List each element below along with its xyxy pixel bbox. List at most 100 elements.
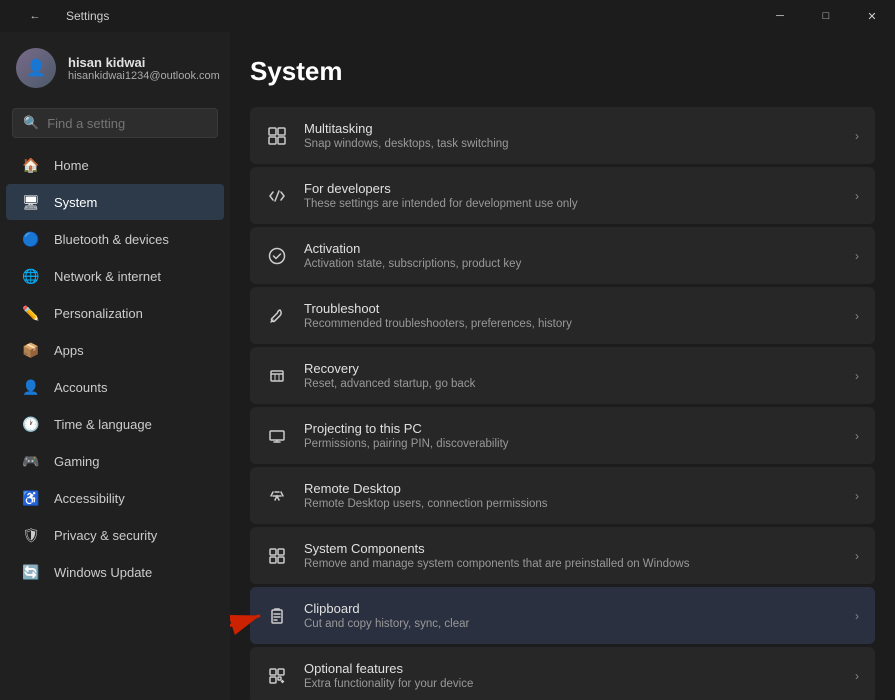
sidebar-label-accessibility: Accessibility: [54, 491, 125, 506]
settings-item-system-components[interactable]: System Components Remove and manage syst…: [250, 527, 875, 584]
sidebar-item-accounts[interactable]: 👤 Accounts: [6, 369, 224, 405]
content-area: System Multitasking Snap windows, deskto…: [230, 32, 895, 700]
sidebar-label-system: System: [54, 195, 97, 210]
search-box[interactable]: 🔍: [12, 108, 218, 138]
page-title: System: [250, 56, 875, 87]
troubleshoot-text: Troubleshoot Recommended troubleshooters…: [304, 301, 839, 330]
projecting-icon: [266, 425, 288, 447]
sidebar-label-accounts: Accounts: [54, 380, 107, 395]
user-profile[interactable]: 👤 hisan kidwai hisankidwai1234@outlook.c…: [0, 32, 230, 104]
clipboard-title: Clipboard: [304, 601, 839, 616]
settings-item-optional-features[interactable]: Optional features Extra functionality fo…: [250, 647, 875, 700]
system-components-title: System Components: [304, 541, 839, 556]
recovery-chevron: ›: [855, 369, 859, 383]
for-developers-icon: [266, 185, 288, 207]
sidebar-item-system[interactable]: 🖥 System: [6, 184, 224, 220]
sidebar-item-privacy[interactable]: 🛡 Privacy & security: [6, 517, 224, 553]
clipboard-text: Clipboard Cut and copy history, sync, cl…: [304, 601, 839, 630]
optional-features-text: Optional features Extra functionality fo…: [304, 661, 839, 690]
network-icon: 🌐: [22, 267, 40, 285]
system-icon: 🖥: [22, 193, 40, 211]
multitasking-text: Multitasking Snap windows, desktops, tas…: [304, 121, 839, 150]
multitasking-desc: Snap windows, desktops, task switching: [304, 138, 839, 150]
optional-features-chevron: ›: [855, 669, 859, 683]
privacy-icon: 🛡: [22, 526, 40, 544]
back-button[interactable]: ←: [12, 0, 58, 32]
sidebar-item-windows-update[interactable]: 🔄 Windows Update: [6, 554, 224, 590]
for-developers-text: For developers These settings are intend…: [304, 181, 839, 210]
sidebar-item-home[interactable]: 🏠 Home: [6, 147, 224, 183]
remote-desktop-text: Remote Desktop Remote Desktop users, con…: [304, 481, 839, 510]
system-components-icon: [266, 545, 288, 567]
settings-item-multitasking[interactable]: Multitasking Snap windows, desktops, tas…: [250, 107, 875, 164]
maximize-button[interactable]: □: [803, 0, 849, 32]
sidebar-label-network: Network & internet: [54, 269, 161, 284]
minimize-button[interactable]: ─: [757, 0, 803, 32]
troubleshoot-icon: [266, 305, 288, 327]
nav-list: 🏠 Home 🖥 System 🔵 Bluetooth & devices 🌐 …: [0, 146, 230, 591]
sidebar-item-accessibility[interactable]: ♿ Accessibility: [6, 480, 224, 516]
app-body: 👤 hisan kidwai hisankidwai1234@outlook.c…: [0, 32, 895, 700]
settings-item-activation[interactable]: Activation Activation state, subscriptio…: [250, 227, 875, 284]
remote-desktop-icon: [266, 485, 288, 507]
activation-icon: [266, 245, 288, 267]
remote-desktop-title: Remote Desktop: [304, 481, 839, 496]
multitasking-title: Multitasking: [304, 121, 839, 136]
for-developers-desc: These settings are intended for developm…: [304, 198, 839, 210]
recovery-icon: [266, 365, 288, 387]
sidebar-item-apps[interactable]: 📦 Apps: [6, 332, 224, 368]
sidebar-item-gaming[interactable]: 🎮 Gaming: [6, 443, 224, 479]
settings-item-clipboard[interactable]: Clipboard Cut and copy history, sync, cl…: [250, 587, 875, 644]
multitasking-icon: [266, 125, 288, 147]
settings-item-for-developers[interactable]: For developers These settings are intend…: [250, 167, 875, 224]
sidebar-item-bluetooth[interactable]: 🔵 Bluetooth & devices: [6, 221, 224, 257]
sidebar-item-network[interactable]: 🌐 Network & internet: [6, 258, 224, 294]
user-email: hisankidwai1234@outlook.com: [68, 70, 220, 82]
clipboard-icon: [266, 605, 288, 627]
clipboard-desc: Cut and copy history, sync, clear: [304, 618, 839, 630]
gaming-icon: 🎮: [22, 452, 40, 470]
system-components-desc: Remove and manage system components that…: [304, 558, 839, 570]
projecting-text: Projecting to this PC Permissions, pairi…: [304, 421, 839, 450]
settings-list: Multitasking Snap windows, desktops, tas…: [250, 107, 875, 700]
accessibility-icon: ♿: [22, 489, 40, 507]
titlebar-left: ← Settings: [12, 0, 109, 32]
activation-text: Activation Activation state, subscriptio…: [304, 241, 839, 270]
multitasking-chevron: ›: [855, 129, 859, 143]
optional-features-icon: [266, 665, 288, 687]
activation-desc: Activation state, subscriptions, product…: [304, 258, 839, 270]
user-name: hisan kidwai: [68, 55, 220, 70]
recovery-title: Recovery: [304, 361, 839, 376]
sidebar-label-apps: Apps: [54, 343, 84, 358]
remote-desktop-chevron: ›: [855, 489, 859, 503]
sidebar: 👤 hisan kidwai hisankidwai1234@outlook.c…: [0, 32, 230, 700]
for-developers-title: For developers: [304, 181, 839, 196]
sidebar-label-privacy: Privacy & security: [54, 528, 157, 543]
sidebar-label-windows-update: Windows Update: [54, 565, 152, 580]
titlebar-controls: ─ □ ✕: [757, 0, 895, 32]
bluetooth-icon: 🔵: [22, 230, 40, 248]
recovery-desc: Reset, advanced startup, go back: [304, 378, 839, 390]
sidebar-item-personalization[interactable]: ✏️ Personalization: [6, 295, 224, 331]
projecting-title: Projecting to this PC: [304, 421, 839, 436]
search-input[interactable]: [47, 116, 223, 131]
settings-item-remote-desktop[interactable]: Remote Desktop Remote Desktop users, con…: [250, 467, 875, 524]
close-button[interactable]: ✕: [849, 0, 895, 32]
system-components-chevron: ›: [855, 549, 859, 563]
avatar: 👤: [16, 48, 56, 88]
activation-title: Activation: [304, 241, 839, 256]
sidebar-label-personalization: Personalization: [54, 306, 143, 321]
settings-item-recovery[interactable]: Recovery Reset, advanced startup, go bac…: [250, 347, 875, 404]
remote-desktop-desc: Remote Desktop users, connection permiss…: [304, 498, 839, 510]
optional-features-title: Optional features: [304, 661, 839, 676]
search-icon: 🔍: [23, 115, 39, 131]
projecting-desc: Permissions, pairing PIN, discoverabilit…: [304, 438, 839, 450]
settings-item-projecting[interactable]: Projecting to this PC Permissions, pairi…: [250, 407, 875, 464]
sidebar-item-time[interactable]: 🕐 Time & language: [6, 406, 224, 442]
sidebar-label-home: Home: [54, 158, 89, 173]
user-info: hisan kidwai hisankidwai1234@outlook.com: [68, 55, 220, 82]
troubleshoot-desc: Recommended troubleshooters, preferences…: [304, 318, 839, 330]
titlebar-title: Settings: [66, 9, 109, 23]
titlebar: ← Settings ─ □ ✕: [0, 0, 895, 32]
settings-item-troubleshoot[interactable]: Troubleshoot Recommended troubleshooters…: [250, 287, 875, 344]
